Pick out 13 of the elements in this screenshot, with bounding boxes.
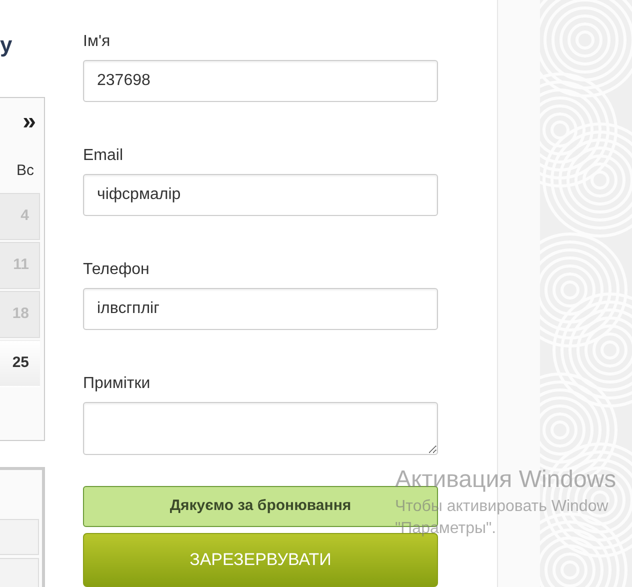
- text-field[interactable]: ілвсгпліг: [83, 288, 438, 330]
- text-field[interactable]: 237698: [83, 60, 438, 102]
- weekday-label: Вс: [16, 161, 34, 181]
- field-label: Ім'я: [83, 32, 112, 52]
- field-label: Телефон: [83, 260, 150, 280]
- calendar-day[interactable]: 25: [0, 340, 40, 387]
- field-label: Примітки: [83, 374, 152, 394]
- field-label: Email: [83, 146, 124, 166]
- heading-text: у: [0, 31, 12, 59]
- text-field[interactable]: чіфсрмалір: [83, 174, 438, 216]
- activation-title: Активация Windows: [395, 465, 616, 495]
- next-month-link[interactable]: »: [22, 110, 36, 134]
- notes-field[interactable]: [83, 402, 438, 455]
